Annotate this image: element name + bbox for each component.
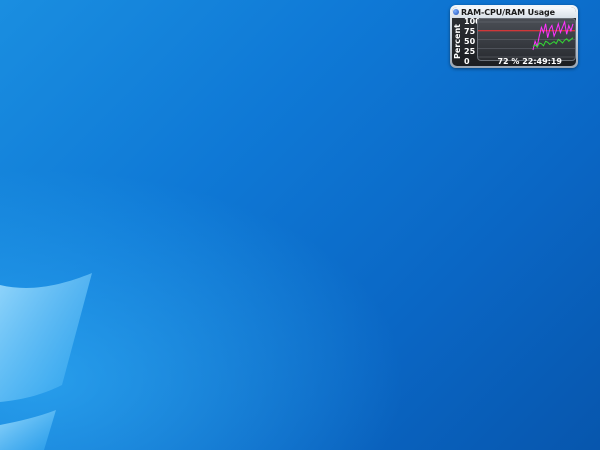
y-tick-label: 100 — [464, 17, 481, 26]
gadget-status: 72 % 22:49:19 — [452, 57, 576, 66]
cpu-ram-usage-gadget[interactable]: RAM-CPU/RAM Usage Percent 100 75 50 25 0… — [450, 5, 578, 68]
clock-readout: 22:49:19 — [522, 57, 562, 66]
usage-percent-readout: 72 % — [497, 57, 520, 66]
usage-chart — [478, 20, 575, 58]
cpu-series-line — [532, 20, 574, 51]
y-axis-label: Percent — [452, 24, 462, 59]
y-tick-label: 25 — [464, 47, 476, 56]
gadget-body: RAM-CPU/RAM Usage Percent 100 75 50 25 0… — [452, 7, 576, 66]
y-tick-label: 50 — [464, 37, 476, 46]
desktop[interactable]: RAM-CPU/RAM Usage Percent 100 75 50 25 0… — [0, 0, 600, 450]
y-tick-label: 75 — [464, 27, 476, 36]
gadget-icon — [453, 9, 459, 15]
usage-plot-area — [477, 18, 576, 61]
